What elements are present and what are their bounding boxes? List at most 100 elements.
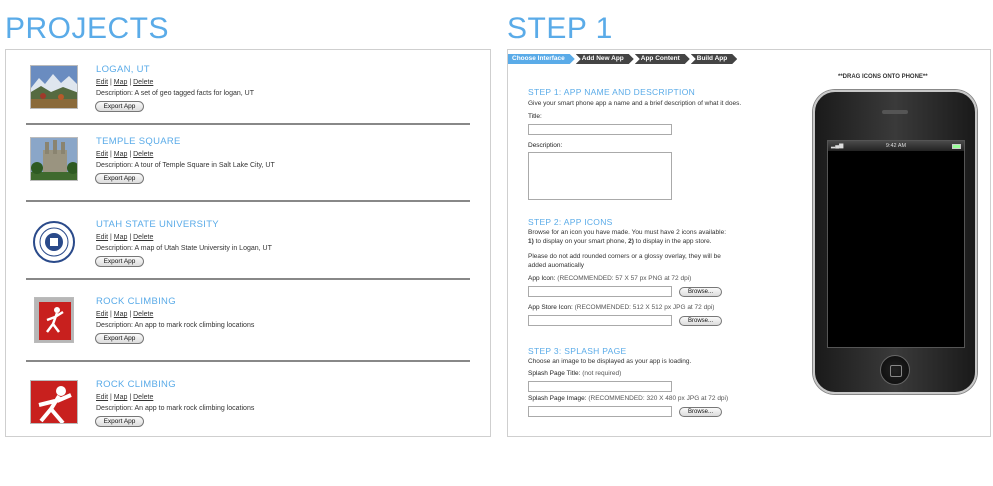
app-icon-file-field[interactable] [528,286,672,297]
project-name[interactable]: LOGAN, UT [96,64,150,75]
title-label: Title: [528,113,542,120]
edit-link[interactable]: Edit [96,79,108,86]
university-seal-thumbnail[interactable] [30,220,78,264]
projects-heading: PROJECTS [5,12,170,45]
project-description: Description: A map of Utah State Univers… [96,245,272,252]
phone-screen-dropzone[interactable]: ▂▄▆ 9:42 AM [827,140,965,348]
step2-note-line1: Please do not add rounded corners or a g… [528,253,721,260]
projects-panel: LOGAN, UT Edit | Map | Delete Descriptio… [5,49,491,437]
delete-link[interactable]: Delete [133,151,153,158]
app-icon-label: App Icon: (RECOMMENDED: 57 X 57 px PNG a… [528,275,691,282]
edit-link[interactable]: Edit [96,311,108,318]
map-link[interactable]: Map [114,79,128,86]
export-app-button[interactable]: Export App [95,333,144,344]
edit-link[interactable]: Edit [96,234,108,241]
step-heading: STEP 1 [507,12,613,45]
project-name[interactable]: UTAH STATE UNIVERSITY [96,219,219,230]
crumb-choose-interface[interactable]: Choose Interface [508,54,575,64]
crumb-build-app[interactable]: Build App [691,54,737,64]
splash-image-file-field[interactable] [528,406,672,417]
export-app-button[interactable]: Export App [95,101,144,112]
delete-link[interactable]: Delete [133,394,153,401]
store-icon-hint: (RECOMMENDED: 512 X 512 px JPG at 72 dpi… [572,304,715,311]
store-icon-file-field[interactable] [528,315,672,326]
project-description: Description: A set of geo tagged facts f… [96,90,254,97]
edit-link[interactable]: Edit [96,151,108,158]
step3-intro: Choose an image to be displayed as your … [528,358,692,365]
description-textarea[interactable] [528,152,672,200]
splash-image-label: Splash Page Image: (RECOMMENDED: 320 X 4… [528,395,728,402]
divider [26,200,470,202]
project-name[interactable]: TEMPLE SQUARE [96,136,181,147]
wizard-breadcrumb: Choose Interface Add New App App Content… [508,54,738,64]
app-builder-panel: Choose Interface Add New App App Content… [507,49,991,437]
map-link[interactable]: Map [114,394,128,401]
description-label: Description: [528,142,563,149]
map-link[interactable]: Map [114,151,128,158]
export-app-button[interactable]: Export App [95,173,144,184]
project-actions: Edit | Map | Delete [96,79,154,86]
battery-icon [952,143,961,149]
splash-image-browse-button[interactable]: Browse... [679,407,722,417]
app-icon-browse-button[interactable]: Browse... [679,287,722,297]
step2-note-line2: added auomatically [528,261,585,269]
project-name[interactable]: ROCK CLIMBING [96,296,176,307]
splash-title-hint: (not required) [580,370,622,377]
step2-intro-part1: to display on your smart phone, [533,237,629,245]
project-item: ROCK CLIMBING Edit | Map | Delete Descri… [6,282,490,362]
crumb-app-content[interactable]: App Content [635,54,690,64]
mountain-landscape-thumbnail[interactable] [30,65,78,109]
drag-icons-hint: **DRAG ICONS ONTO PHONE** [838,74,928,80]
step3-heading: STEP 3: SPLASH PAGE [528,346,627,356]
splash-image-hint: (RECOMMENDED: 320 X 480 px JPG at 72 dpi… [586,395,729,402]
project-item: ROCK CLIMBING Edit | Map | Delete Descri… [6,365,490,436]
step2-heading: STEP 2: APP ICONS [528,217,613,227]
delete-link[interactable]: Delete [133,311,153,318]
project-name[interactable]: ROCK CLIMBING [96,379,176,390]
step2-intro-part2: to display in the app store. [633,237,712,245]
step2-note: Please do not add rounded corners or a g… [528,253,721,270]
app-icon-label-text: App Icon: [528,275,556,282]
map-link[interactable]: Map [114,234,128,241]
store-icon-browse-button[interactable]: Browse... [679,316,722,326]
splash-image-label-text: Splash Page Image: [528,395,587,402]
divider [26,360,470,362]
delete-link[interactable]: Delete [133,234,153,241]
crumb-add-new-app[interactable]: Add New App [576,54,634,64]
project-item: LOGAN, UT Edit | Map | Delete Descriptio… [6,50,490,130]
store-icon-label-text: App Store Icon: [528,304,573,311]
step1-heading: STEP 1: APP NAME AND DESCRIPTION [528,87,696,97]
home-button-icon [880,355,910,385]
phone-clock: 9:42 AM [885,143,907,149]
project-actions: Edit | Map | Delete [96,311,154,318]
project-description: Description: A tour of Temple Square in … [96,162,275,169]
app-icon-hint: (RECOMMENDED: 57 X 57 px PNG at 72 dpi) [555,275,692,282]
edit-link[interactable]: Edit [96,394,108,401]
step1-intro: Give your smart phone app a name and a b… [528,100,742,107]
phone-earpiece [882,110,908,114]
step2-intro: Browse for an icon you have made. You mu… [528,229,726,246]
splash-title-label-text: Splash Page Title: [528,370,581,377]
store-icon-label: App Store Icon: (RECOMMENDED: 512 X 512 … [528,304,714,311]
divider [26,278,470,280]
step2-intro-line1: Browse for an icon you have made. You mu… [528,229,727,236]
export-app-button[interactable]: Export App [95,256,144,267]
project-actions: Edit | Map | Delete [96,234,154,241]
title-input[interactable] [528,124,672,135]
phone-preview: ▂▄▆ 9:42 AM [813,90,977,394]
climber-large-thumbnail[interactable] [30,380,78,424]
project-actions: Edit | Map | Delete [96,151,154,158]
climber-thumbnail[interactable] [34,297,74,343]
phone-status-bar: ▂▄▆ 9:42 AM [828,141,964,151]
project-actions: Edit | Map | Delete [96,394,154,401]
delete-link[interactable]: Delete [133,79,153,86]
project-description: Description: An app to mark rock climbin… [96,405,255,412]
temple-building-thumbnail[interactable] [30,137,78,181]
splash-title-input[interactable] [528,381,672,392]
project-description: Description: An app to mark rock climbin… [96,322,255,329]
splash-title-label: Splash Page Title: (not required) [528,370,621,377]
export-app-button[interactable]: Export App [95,416,144,427]
project-item: TEMPLE SQUARE Edit | Map | Delete Descri… [6,122,490,202]
project-item: UTAH STATE UNIVERSITY Edit | Map | Delet… [6,205,490,285]
map-link[interactable]: Map [114,311,128,318]
